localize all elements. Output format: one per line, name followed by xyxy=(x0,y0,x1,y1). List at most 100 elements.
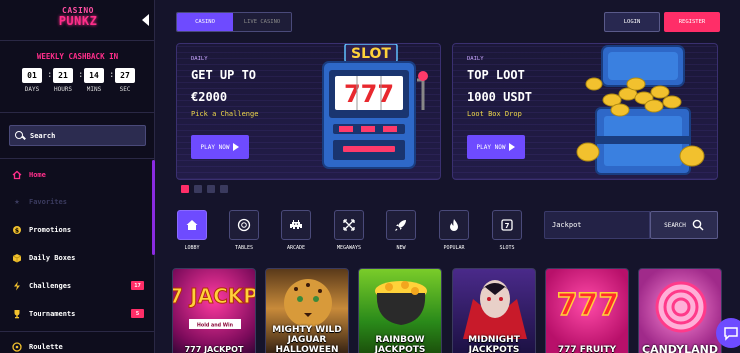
game-art-text: 777 JACKPOT xyxy=(173,284,256,308)
category-tables[interactable]: TABLES xyxy=(228,210,260,251)
cashback-timer: 01 DAYS : 21 HOURS : 14 MINS : 27 SEC xyxy=(22,68,135,93)
logo-line2: PUNKZ xyxy=(58,14,98,28)
sidebar-search-label: Search xyxy=(30,131,56,140)
cashback-title: WEEKLY CASHBACK IN xyxy=(36,52,119,61)
divider xyxy=(0,40,155,41)
chat-support-button[interactable] xyxy=(716,318,740,348)
svg-text:7: 7 xyxy=(505,222,510,230)
tab-casino[interactable]: CASINO xyxy=(177,13,233,31)
category-lobby[interactable]: LOBBY xyxy=(176,210,208,251)
game-tile-777-fruity[interactable]: 777 777 FRUITY xyxy=(545,268,629,353)
star-icon: ★ xyxy=(14,197,20,207)
slot-machine-illustration: SLOT 777 xyxy=(322,44,428,169)
promo-banner-challenge[interactable]: DAILY GET UP TO €2000 Pick a Challenge P… xyxy=(176,43,441,180)
game-title: MIGHTY WILD JAGUAR HALLOWEEN xyxy=(272,325,342,353)
carousel-dot[interactable] xyxy=(181,185,189,193)
game-title: MIDNIGHT JACKPOTS xyxy=(468,335,520,353)
play-now-button[interactable]: PLAY NOW xyxy=(467,135,525,159)
casino-mode-toggle: CASINO LIVE CASINO xyxy=(176,12,292,32)
divider xyxy=(0,158,155,159)
game-title: 777 JACKPOT xyxy=(184,345,244,353)
coin-icon: $ xyxy=(12,225,22,235)
lightning-icon xyxy=(12,281,22,291)
game-tile-777-jackpot[interactable]: 777 JACKPOT Hold and Win 777 JACKPOT xyxy=(172,268,256,353)
pot-of-gold-illustration xyxy=(375,281,427,325)
carousel-dot[interactable] xyxy=(207,185,215,193)
sidebar-item-promotions[interactable]: $ Promotions xyxy=(12,223,144,237)
home-icon xyxy=(177,210,207,240)
trophy-icon xyxy=(12,309,22,319)
sidebar-item-challenges[interactable]: Challenges 17 xyxy=(12,279,144,293)
banner-amount: 1000 USDT xyxy=(467,90,533,104)
sidebar-item-roulette[interactable]: Roulette xyxy=(12,340,144,353)
roulette-icon xyxy=(12,342,22,352)
promo-banner-loot[interactable]: DAILY TOP LOOT 1000 USDT Loot Box Drop P… xyxy=(452,43,718,180)
lollipop-illustration xyxy=(655,281,707,333)
divider xyxy=(0,112,155,113)
game-art-subtext: Hold and Win xyxy=(197,323,234,329)
game-art-text: 777 xyxy=(557,288,620,323)
banner-subtitle: Pick a Challenge xyxy=(191,110,259,118)
game-tile-rainbow-jackpots[interactable]: RAINBOW JACKPOTS xyxy=(358,268,442,353)
banner-tag: DAILY xyxy=(467,56,484,62)
banner-title: TOP LOOT xyxy=(467,68,525,82)
category-new[interactable]: NEW xyxy=(385,210,417,251)
collapse-sidebar-icon[interactable] xyxy=(142,14,149,26)
sidebar-search[interactable]: Search xyxy=(9,125,146,146)
logo[interactable]: CASINO PUNKZ xyxy=(50,6,106,28)
game-title: RAINBOW JACKPOTS xyxy=(374,335,426,353)
game-search-input[interactable]: Jackpot xyxy=(544,211,650,239)
category-arcade[interactable]: ARCADE xyxy=(280,210,312,251)
sidebar: CASINO PUNKZ WEEKLY CASHBACK IN 01 DAYS … xyxy=(0,0,155,353)
game-tile-mighty-wild-jaguar[interactable]: MIGHTY WILD JAGUAR HALLOWEEN xyxy=(265,268,349,353)
game-title: CANDYLAND xyxy=(642,343,718,353)
flame-icon xyxy=(439,210,469,240)
play-icon xyxy=(233,143,240,151)
timer-sec: 27 SEC xyxy=(115,68,135,93)
vampire-illustration xyxy=(463,280,527,339)
banner-amount: €2000 xyxy=(191,90,228,104)
game-tile-midnight-jackpots[interactable]: MIDNIGHT JACKPOTS xyxy=(452,268,536,353)
timer-hours: 21 HOURS xyxy=(53,68,73,93)
expand-icon xyxy=(334,210,364,240)
tournaments-badge: 5 xyxy=(131,309,144,318)
game-search-button[interactable]: SEARCH xyxy=(650,211,718,239)
play-now-button[interactable]: PLAY NOW xyxy=(191,135,249,159)
slot-reels-text: 777 xyxy=(344,80,394,108)
category-slots[interactable]: 7 SLOTS xyxy=(491,210,523,251)
slot-sign-text: SLOT xyxy=(351,46,391,62)
sidebar-scrollbar[interactable] xyxy=(152,160,155,255)
chip-icon xyxy=(229,210,259,240)
timer-mins: 14 MINS xyxy=(84,68,104,93)
loot-chest-illustration xyxy=(576,45,705,175)
carousel-dot[interactable] xyxy=(220,185,228,193)
category-popular[interactable]: POPULAR xyxy=(438,210,470,251)
chat-icon xyxy=(724,327,738,341)
box-icon xyxy=(12,253,22,263)
slots-icon: 7 xyxy=(492,210,522,240)
search-icon xyxy=(692,219,704,231)
sidebar-item-daily-boxes[interactable]: Daily Boxes xyxy=(12,251,144,265)
search-icon xyxy=(15,130,25,141)
sidebar-item-tournaments[interactable]: Tournaments 5 xyxy=(12,307,144,321)
game-tile-candyland[interactable]: CANDYLAND xyxy=(638,268,722,353)
register-button[interactable]: REGISTER xyxy=(664,12,720,32)
carousel-dot[interactable] xyxy=(194,185,202,193)
login-button[interactable]: LOGIN xyxy=(604,12,660,32)
carousel-dots xyxy=(181,185,228,193)
tab-live-casino[interactable]: LIVE CASINO xyxy=(233,13,291,31)
divider xyxy=(0,331,155,332)
home-icon xyxy=(12,170,22,180)
svg-text:$: $ xyxy=(15,227,19,234)
challenges-badge: 17 xyxy=(131,281,144,290)
category-megaways[interactable]: MEGAWAYS xyxy=(333,210,365,251)
sidebar-item-favorites[interactable]: ★ Favorites xyxy=(12,195,144,209)
sidebar-item-home[interactable]: Home xyxy=(12,168,144,182)
play-icon xyxy=(509,143,516,151)
banner-subtitle: Loot Box Drop xyxy=(467,110,522,118)
banner-tag: DAILY xyxy=(191,56,208,62)
timer-days: 01 DAYS xyxy=(22,68,42,93)
game-title: 777 FRUITY xyxy=(557,345,617,353)
invader-icon xyxy=(281,210,311,240)
banner-title: GET UP TO xyxy=(191,68,257,82)
